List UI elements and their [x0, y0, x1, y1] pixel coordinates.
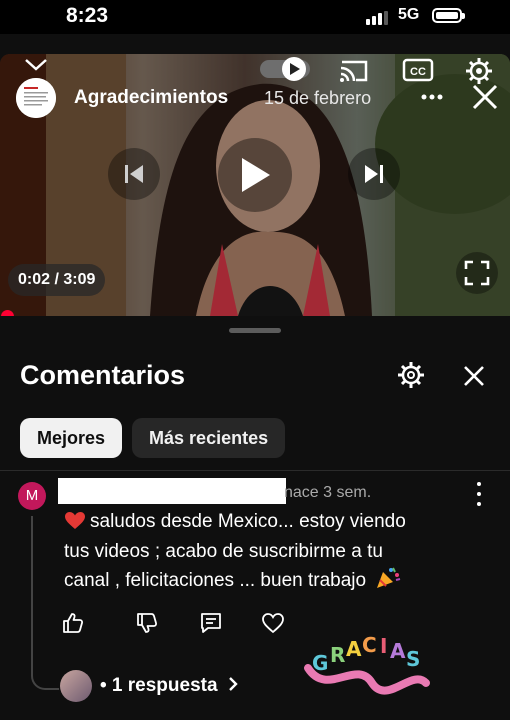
chevron-right-icon: [228, 677, 238, 691]
more-options-icon[interactable]: [420, 92, 444, 102]
heart-icon[interactable]: [260, 610, 286, 636]
close-panel-icon[interactable]: [462, 364, 486, 388]
comment-line-3: canal , felicitaciones ... buen trabajo: [64, 570, 367, 591]
play-icon: [242, 158, 270, 192]
chip-top[interactable]: Mejores: [20, 418, 123, 458]
divider: [0, 470, 510, 471]
video-date: 15 de febrero: [264, 88, 372, 108]
sticker-letter-2: R: [330, 643, 345, 667]
status-bar: 8:23 5G: [0, 0, 510, 34]
sticker-letter-5: I: [380, 634, 387, 658]
video-time: 0:02 / 3:09: [8, 264, 106, 296]
channel-row: Agradecimientos 15 de febrero: [16, 78, 506, 118]
sticker-letter-1: G: [312, 651, 328, 675]
channel-avatar[interactable]: [16, 78, 56, 118]
chevron-down-icon[interactable]: [24, 56, 48, 74]
comment-age: nace 3 sem.: [284, 484, 372, 501]
party-popper-emoji-icon: [377, 567, 401, 588]
dislike-icon[interactable]: [134, 610, 160, 636]
chip-newest[interactable]: Más recientes: [132, 418, 286, 458]
next-button[interactable]: [348, 148, 400, 200]
comments-settings-icon[interactable]: [396, 360, 426, 390]
battery-icon: [432, 8, 465, 23]
previous-button[interactable]: [108, 148, 160, 200]
status-time: 8:23: [66, 4, 109, 27]
panel-title: Comentarios: [20, 360, 186, 390]
skip-next-icon: [365, 165, 383, 183]
thread-line: [31, 516, 59, 690]
replies-count[interactable]: • 1 respuesta: [100, 675, 239, 697]
close-icon[interactable]: [470, 82, 500, 112]
like-icon[interactable]: [60, 610, 86, 636]
signal-icon: [366, 11, 388, 25]
reply-avatar: [60, 670, 92, 702]
redacted-username: [58, 478, 286, 504]
sticker-letter-3: A: [346, 637, 362, 661]
comment-text: saludos desde Mexico... estoy viendo tus…: [64, 507, 474, 596]
drag-handle[interactable]: [229, 328, 281, 333]
heart-emoji-icon: [65, 512, 85, 529]
commenter-avatar[interactable]: M: [18, 482, 46, 510]
comment-line-1: saludos desde Mexico... estoy viendo: [90, 511, 406, 532]
comment-menu-icon[interactable]: [470, 482, 488, 506]
fullscreen-icon[interactable]: [456, 252, 498, 294]
play-button[interactable]: [218, 138, 292, 212]
replies-label: • 1 respuesta: [100, 675, 218, 696]
svg-text:CC: CC: [410, 66, 426, 78]
reply-icon[interactable]: [198, 610, 224, 636]
network-type: 5G: [398, 6, 420, 23]
sort-chips: Mejores Más recientes: [20, 418, 286, 458]
comments-panel: Comentarios Mejores Más recientes M nace…: [0, 316, 510, 720]
channel-name[interactable]: Agradecimientos: [74, 87, 228, 109]
sticker-letter-6: A: [390, 639, 406, 663]
gracias-sticker: G R A C I A S: [304, 633, 430, 695]
comment-line-2: tus videos ; acabo de suscribirme a tu: [64, 540, 383, 562]
sticker-letter-7: S: [406, 647, 420, 671]
skip-previous-icon: [125, 165, 143, 183]
sticker-letter-4: C: [362, 633, 377, 657]
